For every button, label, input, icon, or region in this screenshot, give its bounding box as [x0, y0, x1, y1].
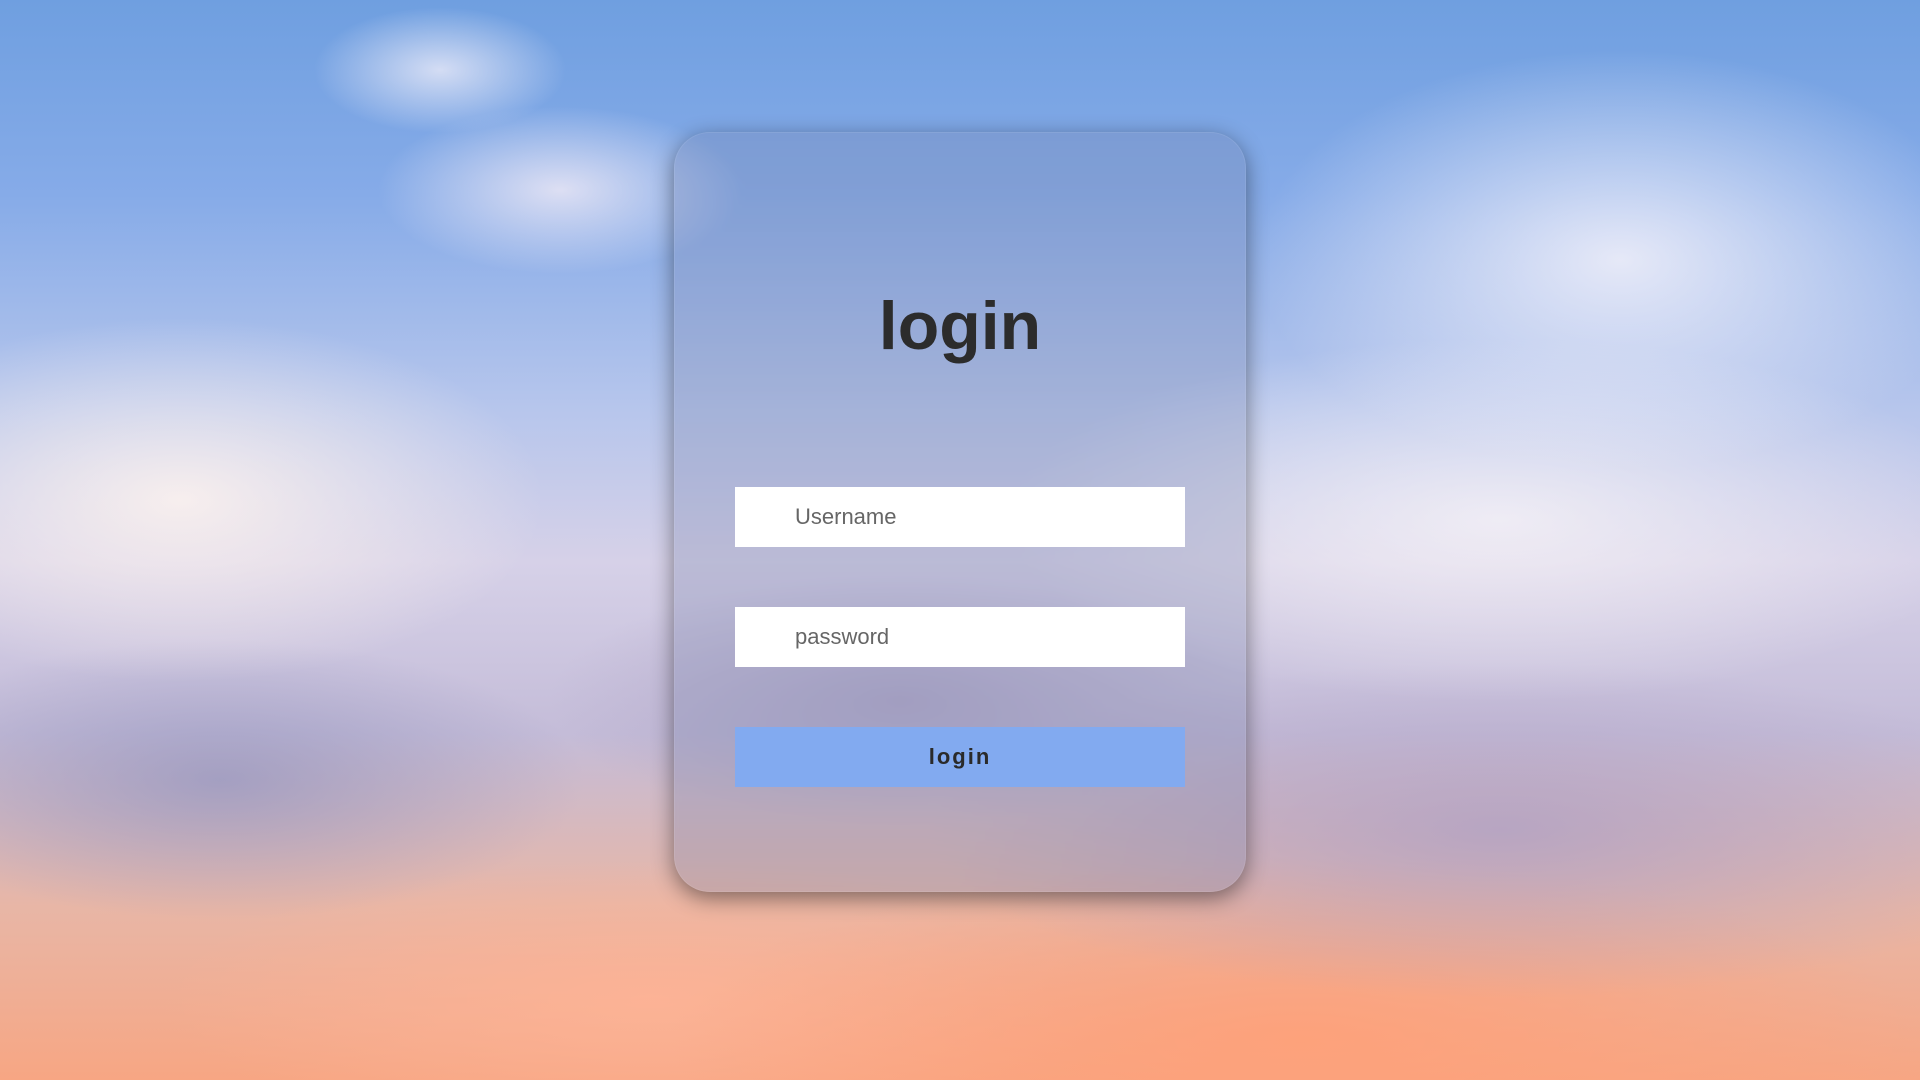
- password-input[interactable]: [735, 607, 1185, 667]
- login-button[interactable]: login: [735, 727, 1185, 787]
- login-title: login: [878, 288, 1042, 364]
- username-input[interactable]: [735, 487, 1185, 547]
- login-card: login login: [674, 132, 1246, 892]
